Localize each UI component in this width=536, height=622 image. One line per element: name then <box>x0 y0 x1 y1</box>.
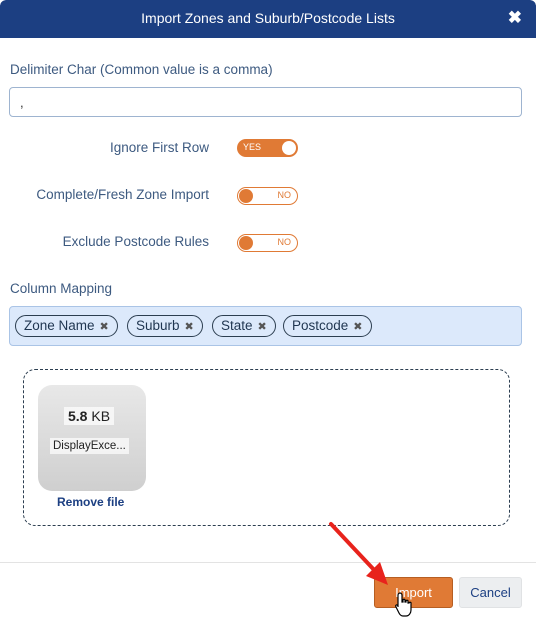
annotation-arrow-icon <box>329 522 388 585</box>
hand-pointer-icon <box>395 592 412 617</box>
import-dialog: Import Zones and Suburb/Postcode Lists ✖… <box>0 0 536 622</box>
